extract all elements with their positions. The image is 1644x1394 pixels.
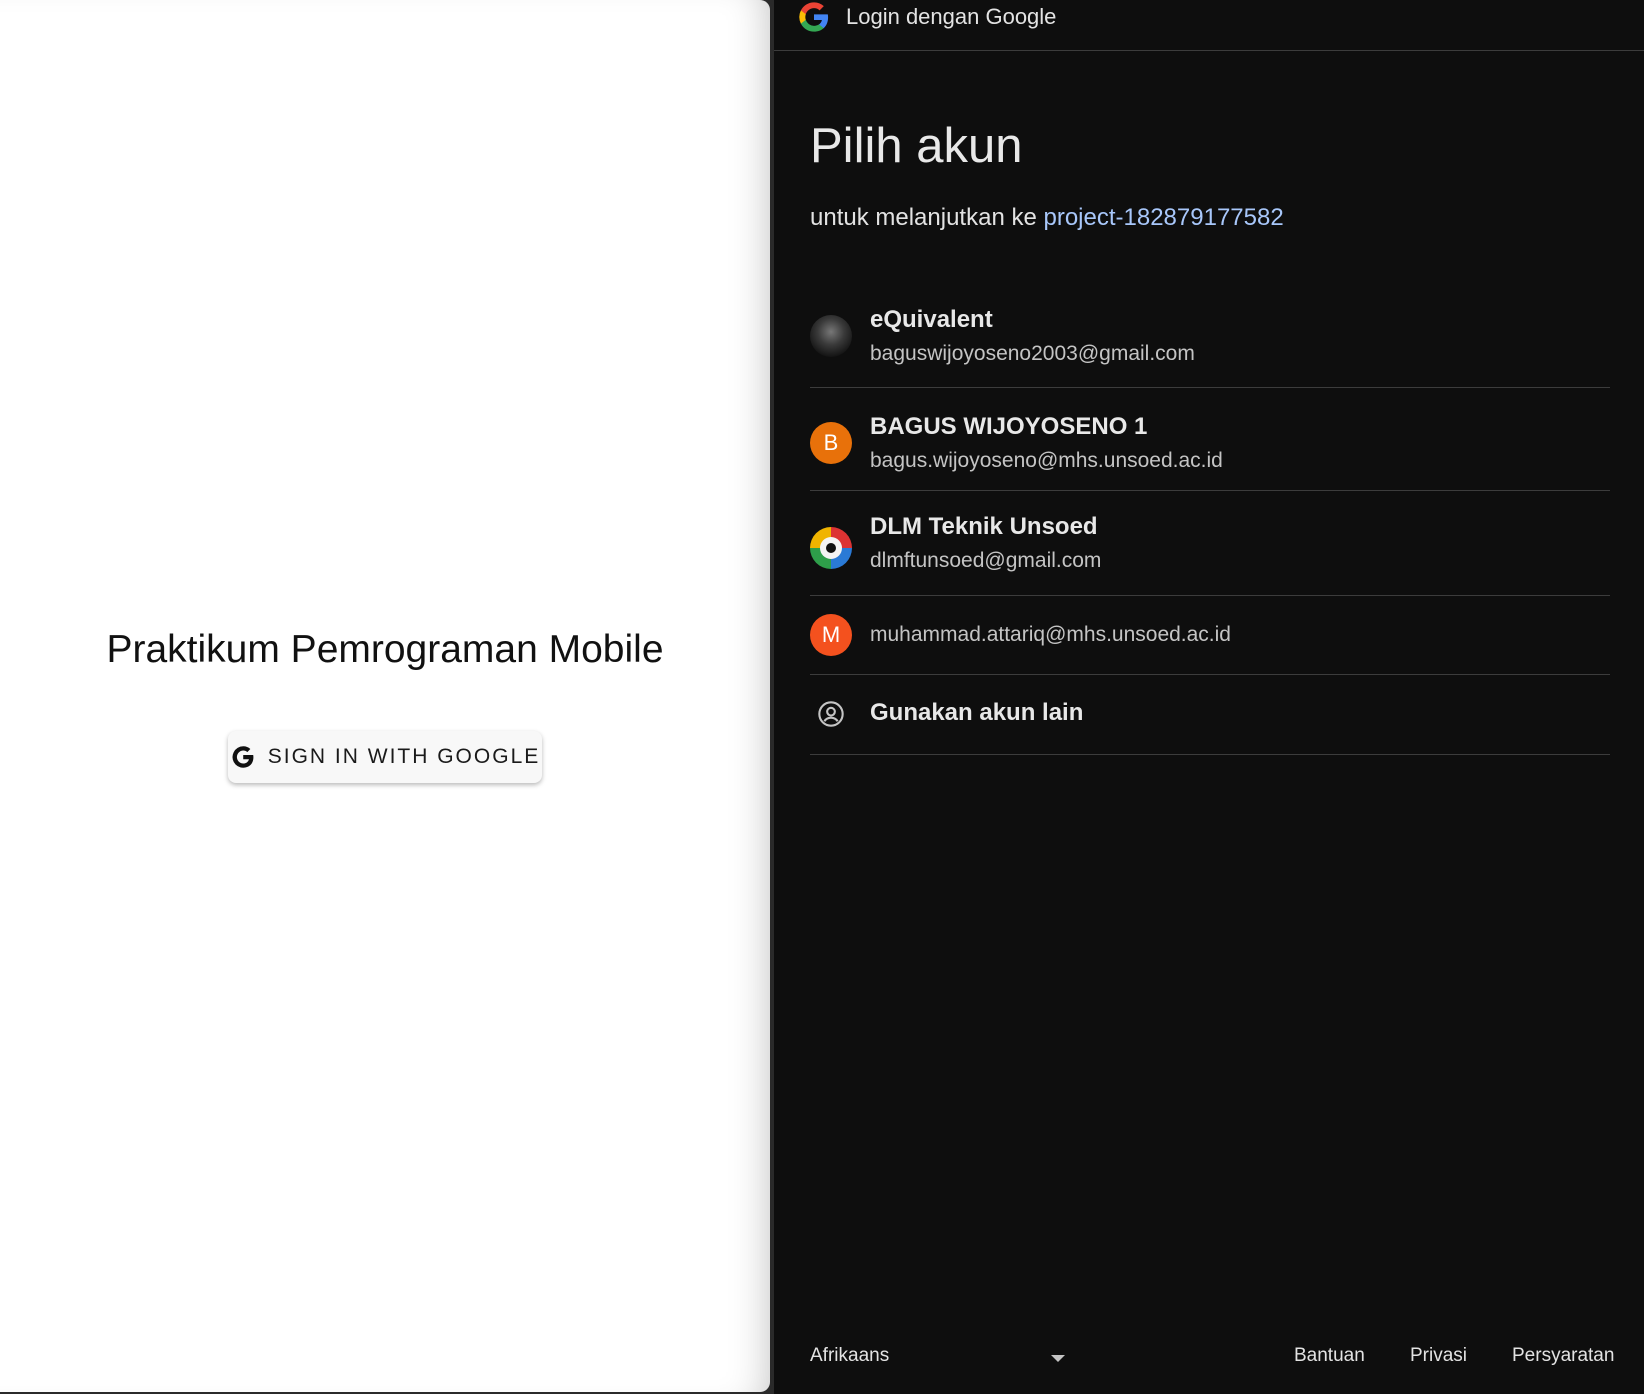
account-email: bagus.wijoyoseno@mhs.unsoed.ac.id [870,449,1223,472]
project-link[interactable]: project-182879177582 [1043,204,1283,231]
page-title: Pilih akun [810,119,1023,173]
app-title: Praktikum Pemrograman Mobile [106,628,664,671]
use-other-account-item[interactable]: Gunakan akun lain [810,675,1610,755]
use-other-account-label: Gunakan akun lain [870,699,1084,726]
help-link[interactable]: Bantuan [1294,1345,1365,1367]
sign-in-with-google-button[interactable]: SIGN IN WITH GOOGLE [228,731,542,783]
subtitle-prefix: untuk melanjutkan ke [810,204,1037,231]
language-label: Afrikaans [810,1345,890,1366]
app-screen: Praktikum Pemrograman Mobile SIGN IN WIT… [0,0,770,1392]
account-list: eQuivalent baguswijoyoseno2003@gmail.com… [810,284,1610,755]
language-select[interactable]: Afrikaans [810,1345,1065,1373]
account-email: dlmftunsoed@gmail.com [870,549,1102,572]
avatar: B [810,422,852,464]
avatar: M [810,614,852,656]
account-email: muhammad.attariq@mhs.unsoed.ac.id [870,623,1231,646]
avatar [810,527,852,569]
google-g-icon [232,746,254,768]
account-item[interactable]: DLM Teknik Unsoed dlmftunsoed@gmail.com [810,491,1610,596]
account-circle-icon [810,693,852,735]
account-email: baguswijoyoseno2003@gmail.com [870,342,1195,365]
privacy-link[interactable]: Privasi [1410,1345,1467,1367]
google-account-chooser: Login dengan Google Pilih akun untuk mel… [774,0,1644,1394]
sign-in-label: SIGN IN WITH GOOGLE [267,745,541,768]
avatar [810,315,852,357]
account-name: eQuivalent [870,306,993,333]
terms-link[interactable]: Persyaratan [1512,1345,1614,1367]
account-item[interactable]: M muhammad.attariq@mhs.unsoed.ac.id [810,596,1610,675]
account-name: BAGUS WIJOYOSENO 1 [870,413,1148,440]
google-logo-icon [799,2,829,32]
account-item[interactable]: eQuivalent baguswijoyoseno2003@gmail.com [810,284,1610,388]
dialog-footer: Afrikaans Bantuan Privasi Persyaratan [774,1345,1644,1375]
caret-down-icon [1051,1355,1065,1362]
account-item[interactable]: B BAGUS WIJOYOSENO 1 bagus.wijoyoseno@mh… [810,388,1610,491]
subtitle: untuk melanjutkan ke project-18287917758… [810,204,1284,232]
dialog-header: Login dengan Google [774,0,1644,51]
account-name: DLM Teknik Unsoed [870,513,1098,540]
dialog-header-title: Login dengan Google [846,4,1057,29]
